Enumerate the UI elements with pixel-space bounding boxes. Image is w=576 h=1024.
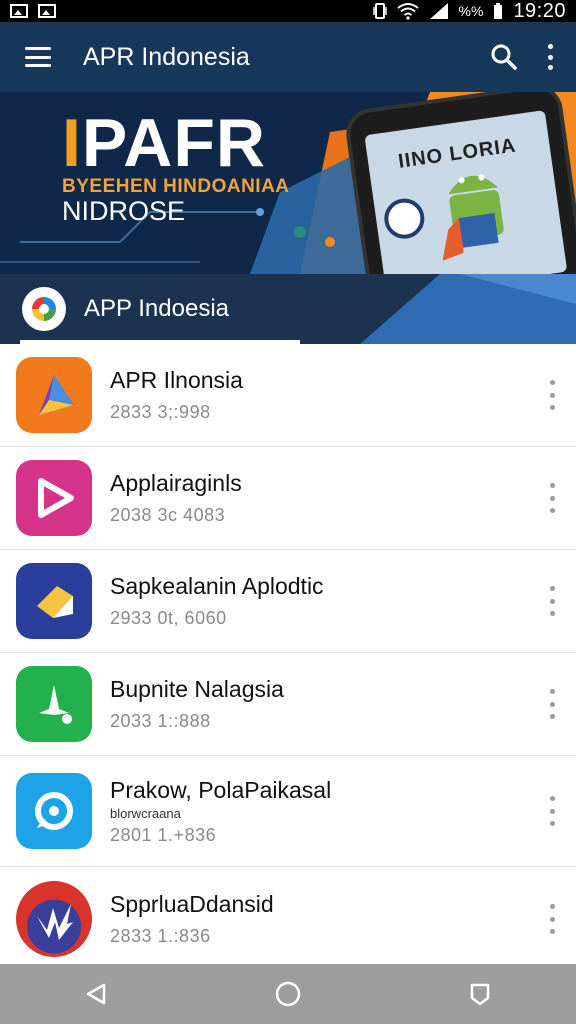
play-triangle-icon: [16, 460, 92, 536]
overflow-menu-icon[interactable]: [546, 44, 554, 70]
menu-icon[interactable]: [25, 47, 51, 67]
more-options-icon[interactable]: [548, 904, 556, 934]
recents-button[interactable]: [460, 974, 500, 1014]
battery-icon: [494, 3, 503, 19]
banner-brand: IPAFR: [62, 105, 266, 181]
app-meta: 2038 3c 4083: [110, 505, 226, 525]
recents-icon: [470, 983, 490, 1006]
section-header[interactable]: APP Indoesia: [0, 274, 576, 344]
more-options-icon[interactable]: [548, 689, 556, 719]
image-notification-icon: [10, 4, 28, 18]
banner-subtitle-secondary: NIDROSE: [62, 196, 186, 226]
list-item[interactable]: Prakow, PolaPaikasal blorwcraana 2801 1.…: [0, 756, 576, 867]
hero-banner: IPAFR BYEEHEN HINDOANIAA NIDROSE IINO LO…: [0, 92, 576, 274]
more-options-icon[interactable]: [548, 483, 556, 513]
back-button[interactable]: [76, 974, 116, 1014]
home-button[interactable]: [268, 974, 308, 1014]
app-meta: 2801 1.+836: [110, 824, 217, 845]
app-name: SpprluaDdansid: [110, 891, 274, 917]
app-meta: 2833 1.:836: [110, 926, 211, 946]
vibrate-icon: [372, 3, 387, 19]
app-name: Applairaginls: [110, 470, 242, 496]
back-icon: [86, 983, 106, 1005]
more-options-icon[interactable]: [548, 380, 556, 410]
page-title: APR Indonesia: [83, 42, 250, 71]
more-options-icon[interactable]: [548, 586, 556, 616]
gallery-notification-icon: [38, 4, 56, 18]
clock: 19:20: [513, 0, 566, 22]
app-name: APR Ilnonsia: [110, 367, 243, 393]
app-meta: 2933 0t, 6060: [110, 608, 227, 628]
signal-icon: [429, 3, 448, 19]
status-bar: %% 19:20: [0, 0, 576, 22]
search-icon[interactable]: [490, 43, 518, 71]
triangle-play-icon: [16, 357, 92, 433]
section-title: APP Indoesia: [84, 295, 229, 322]
home-icon: [275, 981, 301, 1007]
folded-card-icon: [16, 563, 92, 639]
figure-icon: [16, 666, 92, 742]
more-options-icon[interactable]: [548, 796, 556, 826]
battery-percent: %%: [458, 3, 484, 19]
list-item[interactable]: SpprluaDdansid 2833 1.:836: [0, 867, 576, 971]
wifi-icon: [396, 3, 419, 20]
app-meta: 2833 3;:998: [110, 402, 211, 422]
list-item[interactable]: APR Ilnonsia 2833 3;:998: [0, 344, 576, 447]
app-store-logo-icon: [22, 287, 66, 331]
app-meta: 2033 1::888: [110, 711, 211, 731]
list-item[interactable]: Applairaginls 2038 3c 4083: [0, 447, 576, 550]
lightning-icon: [16, 881, 92, 957]
android-robot-icon: [384, 174, 504, 261]
app-name: Prakow, PolaPaikasal: [110, 776, 332, 803]
camera-ring-icon: [16, 773, 92, 849]
app-name: Bupnite Nalagsia: [110, 676, 284, 702]
app-subtitle: blorwcraana: [110, 805, 181, 821]
app-name: Sapkealanin Aplodtic: [110, 573, 324, 599]
app-list: APR Ilnonsia 2833 3;:998 Applairaginls 2…: [0, 344, 576, 971]
list-item[interactable]: Bupnite Nalagsia 2033 1::888: [0, 653, 576, 756]
phone-illustration: IINO LORIA: [347, 92, 576, 274]
system-nav-bar: [0, 964, 576, 1024]
list-item[interactable]: Sapkealanin Aplodtic 2933 0t, 6060: [0, 550, 576, 653]
banner-subtitle: BYEEHEN HINDOANIAA: [62, 176, 290, 197]
app-toolbar: APR Indonesia: [0, 22, 576, 92]
